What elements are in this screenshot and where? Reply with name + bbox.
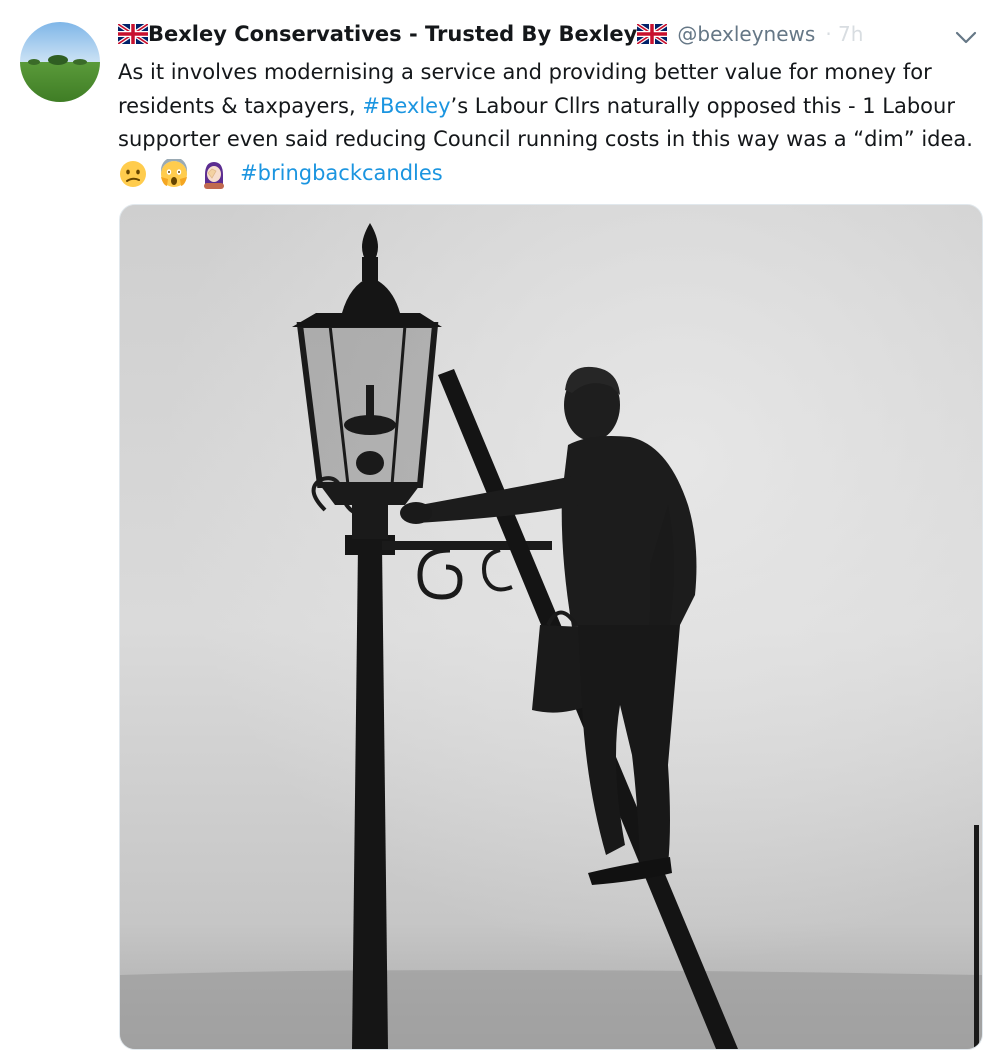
tweet-text-line: As it involves modernising a service and… (118, 60, 932, 84)
profile-avatar[interactable] (20, 22, 100, 102)
confused-face-emoji-icon (118, 159, 148, 189)
tweet-photo[interactable] (119, 204, 983, 1050)
tweet-text-line: supporter even said reducing Council run… (118, 127, 973, 151)
tweet-text-line: residents & taxpayers, #Bexley’s Labour … (118, 90, 978, 124)
tweet-text: As it involves modernising a service and… (118, 56, 978, 190)
text-segment: ’s Labour Cllrs naturally opposed this -… (450, 93, 955, 118)
screaming-face-emoji-icon (159, 158, 189, 189)
chevron-down-icon[interactable] (954, 26, 978, 48)
tweet-text-line: #bringbackcandles (118, 157, 978, 191)
tweet-header: Bexley Conservatives - Trusted By Bexley… (118, 18, 863, 50)
display-name[interactable]: Bexley Conservatives - Trusted By Bexley (118, 22, 668, 46)
union-jack-flag-icon (637, 24, 668, 44)
text-segment: residents & taxpayers, (118, 93, 363, 118)
hashtag-link-bringbackcandles[interactable]: #bringbackcandles (240, 161, 443, 185)
tweet: Bexley Conservatives - Trusted By Bexley… (0, 0, 1000, 1060)
union-jack-flag-icon (118, 24, 148, 44)
lamplighter-photo-icon (120, 205, 982, 1049)
tweet-timestamp[interactable]: · 7h (825, 22, 863, 46)
display-name-text: Bexley Conservatives - Trusted By Bexley (148, 22, 638, 46)
user-handle[interactable]: @bexleynews (677, 22, 815, 46)
hashtag-link-bexley[interactable]: #Bexley (362, 94, 450, 118)
woman-facepalming-emoji-icon (199, 159, 229, 189)
